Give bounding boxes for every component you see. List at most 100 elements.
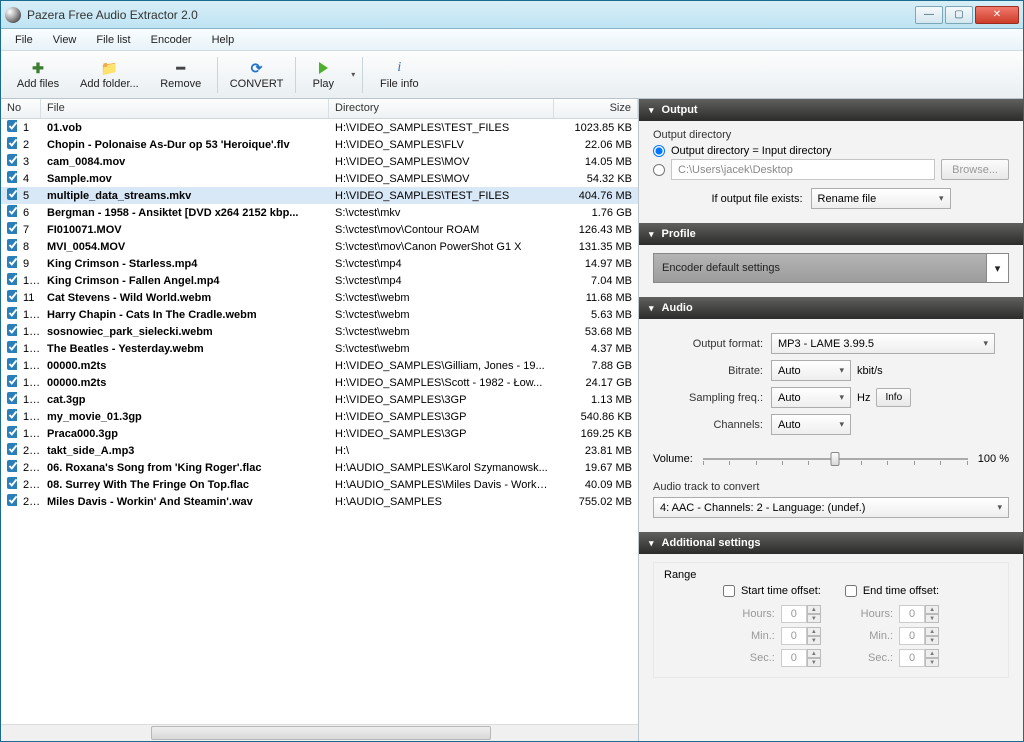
table-row[interactable]: 2Chopin - Polonaise As-Dur op 53 'Heroiq… xyxy=(1,136,638,153)
info-button[interactable]: Info xyxy=(876,388,911,407)
end-hours-input[interactable] xyxy=(899,605,925,623)
col-size[interactable]: Size xyxy=(554,99,638,118)
row-check[interactable] xyxy=(7,171,17,183)
row-check[interactable] xyxy=(7,375,17,387)
output-path-input[interactable] xyxy=(671,159,935,180)
output-custom-radio[interactable] xyxy=(653,164,665,176)
sampling-select[interactable]: Auto xyxy=(771,387,851,408)
row-check[interactable] xyxy=(7,460,17,472)
row-check[interactable] xyxy=(7,477,17,489)
table-row[interactable]: 13sosnowiec_park_sielecki.webmS:\vctest\… xyxy=(1,323,638,340)
col-directory[interactable]: Directory xyxy=(329,99,554,118)
titlebar[interactable]: Pazera Free Audio Extractor 2.0 — ▢ ✕ xyxy=(1,1,1023,29)
row-check[interactable] xyxy=(7,307,17,319)
menu-file[interactable]: File xyxy=(7,32,41,48)
remove-button[interactable]: ━ Remove xyxy=(148,54,214,96)
table-row[interactable]: 12Harry Chapin - Cats In The Cradle.webm… xyxy=(1,306,638,323)
row-check[interactable] xyxy=(7,409,17,421)
table-row[interactable]: 6Bergman - 1958 - Ansiktet [DVD x264 215… xyxy=(1,204,638,221)
file-info-button[interactable]: i File info xyxy=(366,54,432,96)
table-row[interactable]: 18my_movie_01.3gpH:\VIDEO_SAMPLES\3GP540… xyxy=(1,408,638,425)
volume-slider[interactable] xyxy=(703,449,968,469)
maximize-button[interactable]: ▢ xyxy=(945,6,973,24)
audio-header[interactable]: ▾Audio xyxy=(639,297,1023,319)
start-hours-input[interactable] xyxy=(781,605,807,623)
convert-button[interactable]: ⟳ CONVERT xyxy=(221,54,293,96)
menu-encoder[interactable]: Encoder xyxy=(143,32,200,48)
end-offset-check[interactable] xyxy=(845,585,857,597)
close-button[interactable]: ✕ xyxy=(975,6,1019,24)
table-row[interactable]: 1600000.m2tsH:\VIDEO_SAMPLES\Scott - 198… xyxy=(1,374,638,391)
start-sec-input[interactable] xyxy=(781,649,807,667)
row-check[interactable] xyxy=(7,273,17,285)
row-no: 12 xyxy=(17,308,41,322)
start-min-input[interactable] xyxy=(781,627,807,645)
play-dropdown[interactable]: ▾ xyxy=(347,70,359,79)
table-row[interactable]: 2106. Roxana's Song from 'King Roger'.fl… xyxy=(1,459,638,476)
row-check[interactable] xyxy=(7,154,17,166)
table-row[interactable]: 14The Beatles - Yesterday.webmS:\vctest\… xyxy=(1,340,638,357)
table-row[interactable]: 101.vobH:\VIDEO_SAMPLES\TEST_FILES1023.8… xyxy=(1,119,638,136)
bitrate-select[interactable]: Auto xyxy=(771,360,851,381)
row-check[interactable] xyxy=(7,358,17,370)
output-same-radio[interactable] xyxy=(653,145,665,157)
table-row[interactable]: 10King Crimson - Fallen Angel.mp4S:\vcte… xyxy=(1,272,638,289)
add-files-button[interactable]: ✚ Add files xyxy=(5,54,71,96)
row-dir: H:\VIDEO_SAMPLES\3GP xyxy=(329,410,554,424)
menu-view[interactable]: View xyxy=(45,32,85,48)
row-check[interactable] xyxy=(7,443,17,455)
track-select[interactable]: 4: AAC - Channels: 2 - Language: (undef.… xyxy=(653,497,1009,518)
col-file[interactable]: File xyxy=(41,99,329,118)
list-body[interactable]: 101.vobH:\VIDEO_SAMPLES\TEST_FILES1023.8… xyxy=(1,119,638,724)
row-check[interactable] xyxy=(7,137,17,149)
table-row[interactable]: 20takt_side_A.mp3H:\23.81 MB xyxy=(1,442,638,459)
row-file: sosnowiec_park_sielecki.webm xyxy=(41,325,329,339)
table-row[interactable]: 5multiple_data_streams.mkvH:\VIDEO_SAMPL… xyxy=(1,187,638,204)
row-check[interactable] xyxy=(7,222,17,234)
row-no: 16 xyxy=(17,376,41,390)
profile-select[interactable]: Encoder default settings ▾ xyxy=(653,253,1009,283)
menu-help[interactable]: Help xyxy=(204,32,243,48)
output-header[interactable]: ▾Output xyxy=(639,99,1023,121)
row-check[interactable] xyxy=(7,256,17,268)
table-row[interactable]: 7FI010071.MOVS:\vctest\mov\Contour ROAM1… xyxy=(1,221,638,238)
row-check[interactable] xyxy=(7,188,17,200)
start-offset-check[interactable] xyxy=(723,585,735,597)
table-row[interactable]: 8MVI_0054.MOVS:\vctest\mov\Canon PowerSh… xyxy=(1,238,638,255)
table-row[interactable]: 4Sample.movH:\VIDEO_SAMPLES\MOV54.32 KB xyxy=(1,170,638,187)
table-row[interactable]: 9King Crimson - Starless.mp4S:\vctest\mp… xyxy=(1,255,638,272)
format-select[interactable]: MP3 - LAME 3.99.5 xyxy=(771,333,995,354)
separator xyxy=(217,57,218,93)
play-button[interactable]: Play xyxy=(299,54,347,96)
row-check[interactable] xyxy=(7,239,17,251)
additional-header[interactable]: ▾Additional settings xyxy=(639,532,1023,554)
row-file: cat.3gp xyxy=(41,393,329,407)
add-folder-button[interactable]: 📁 Add folder... xyxy=(71,54,148,96)
table-row[interactable]: 23Miles Davis - Workin' And Steamin'.wav… xyxy=(1,493,638,510)
table-row[interactable]: 17cat.3gpH:\VIDEO_SAMPLES\3GP1.13 MB xyxy=(1,391,638,408)
table-row[interactable]: 11Cat Stevens - Wild World.webmS:\vctest… xyxy=(1,289,638,306)
table-row[interactable]: 2208. Surrey With The Fringe On Top.flac… xyxy=(1,476,638,493)
menu-filelist[interactable]: File list xyxy=(88,32,138,48)
browse-button[interactable]: Browse... xyxy=(941,159,1009,180)
col-no[interactable]: No xyxy=(1,99,41,118)
row-check[interactable] xyxy=(7,392,17,404)
table-row[interactable]: 3cam_0084.movH:\VIDEO_SAMPLES\MOV14.05 M… xyxy=(1,153,638,170)
row-check[interactable] xyxy=(7,120,17,132)
end-min-input[interactable] xyxy=(899,627,925,645)
horizontal-scrollbar[interactable] xyxy=(1,724,638,741)
row-file: my_movie_01.3gp xyxy=(41,410,329,424)
end-sec-input[interactable] xyxy=(899,649,925,667)
row-check[interactable] xyxy=(7,290,17,302)
table-row[interactable]: 1500000.m2tsH:\VIDEO_SAMPLES\Gilliam, Jo… xyxy=(1,357,638,374)
row-check[interactable] xyxy=(7,426,17,438)
table-row[interactable]: 19Praca000.3gpH:\VIDEO_SAMPLES\3GP169.25… xyxy=(1,425,638,442)
profile-header[interactable]: ▾Profile xyxy=(639,223,1023,245)
minimize-button[interactable]: — xyxy=(915,6,943,24)
channels-select[interactable]: Auto xyxy=(771,414,851,435)
if-exists-select[interactable]: Rename file xyxy=(811,188,951,209)
row-check[interactable] xyxy=(7,324,17,336)
row-check[interactable] xyxy=(7,494,17,506)
row-check[interactable] xyxy=(7,341,17,353)
row-check[interactable] xyxy=(7,205,17,217)
